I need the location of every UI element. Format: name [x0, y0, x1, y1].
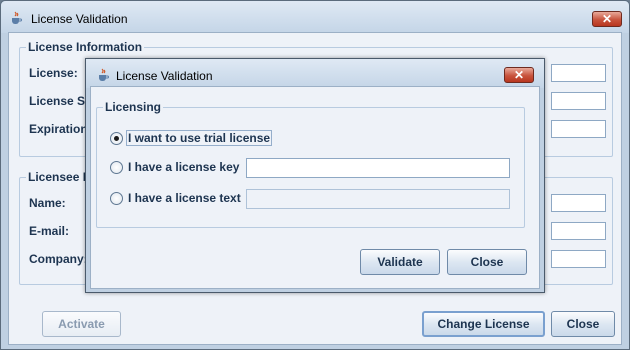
- trial-license-radio[interactable]: [110, 132, 123, 145]
- expiration-field[interactable]: [551, 120, 606, 138]
- email-label: E-mail:: [29, 224, 70, 238]
- name-field[interactable]: [551, 194, 606, 212]
- license-key-label[interactable]: I have a license key: [128, 160, 239, 174]
- dialog-client-area: Licensing I want to use trial license I …: [90, 86, 540, 289]
- trial-license-label[interactable]: I want to use trial license: [126, 130, 273, 146]
- main-close-button[interactable]: Close: [551, 311, 615, 337]
- license-key-input[interactable]: [246, 158, 510, 178]
- company-label: Company:: [29, 252, 88, 266]
- licensing-group: Licensing I want to use trial license I …: [96, 100, 525, 228]
- expiration-label: Expiration: [29, 122, 88, 136]
- license-text-radio[interactable]: [110, 192, 123, 205]
- license-text-label[interactable]: I have a license text: [128, 191, 241, 205]
- close-icon[interactable]: ✕: [504, 67, 534, 83]
- name-label: Name:: [29, 196, 66, 210]
- license-field[interactable]: [551, 64, 606, 82]
- close-icon[interactable]: ✕: [592, 11, 622, 27]
- licensing-title: Licensing: [103, 100, 164, 114]
- activate-button[interactable]: Activate: [42, 311, 121, 337]
- dialog-title: License Validation: [116, 69, 213, 83]
- java-cup-icon: [96, 68, 110, 82]
- main-window-title: License Validation: [31, 12, 128, 26]
- license-label: License:: [29, 66, 78, 80]
- license-validation-dialog: License Validation ✕ Licensing I want to…: [85, 58, 545, 293]
- license-info-title: License Information: [26, 40, 145, 54]
- main-title-bar[interactable]: License Validation ✕: [1, 1, 629, 33]
- license-key-radio[interactable]: [110, 161, 123, 174]
- dialog-title-bar[interactable]: License Validation ✕: [86, 59, 544, 88]
- radio-selected-dot: [114, 136, 119, 141]
- change-license-button[interactable]: Change License: [422, 311, 545, 337]
- license-status-field[interactable]: [551, 92, 606, 110]
- java-cup-icon: [9, 11, 23, 25]
- license-text-input[interactable]: [246, 189, 510, 209]
- company-field[interactable]: [551, 250, 606, 268]
- validate-button[interactable]: Validate: [360, 249, 440, 275]
- license-status-label: License St: [29, 94, 90, 108]
- email-field[interactable]: [551, 222, 606, 240]
- dialog-close-button[interactable]: Close: [447, 249, 527, 275]
